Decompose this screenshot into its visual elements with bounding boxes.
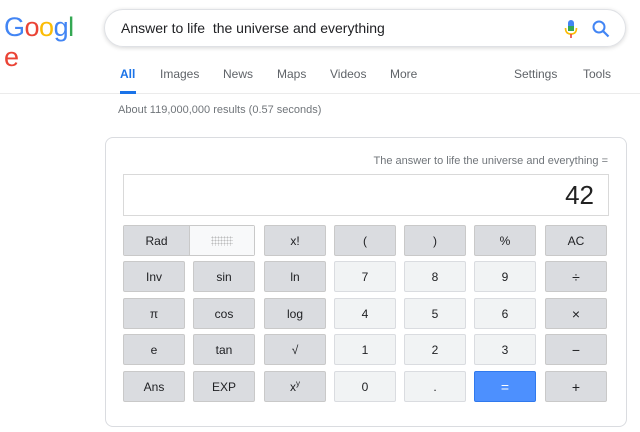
divide-key[interactable]: ÷ xyxy=(545,261,607,292)
search-input[interactable]: Answer to life the universe and everythi… xyxy=(121,10,385,46)
plus-key[interactable]: + xyxy=(545,371,607,402)
tab-tools[interactable]: Tools xyxy=(583,58,611,94)
digit-6-key[interactable]: 6 xyxy=(474,298,536,329)
logo-letter: G xyxy=(4,12,25,42)
digit-2-key[interactable]: 2 xyxy=(404,334,466,365)
google-logo[interactable]: Google xyxy=(4,12,82,72)
digit-1-key[interactable]: 1 xyxy=(334,334,396,365)
digit-0-key[interactable]: 0 xyxy=(334,371,396,402)
tan-key[interactable]: tan xyxy=(193,334,255,365)
result-stats: About 119,000,000 results (0.57 seconds) xyxy=(118,104,322,116)
search-tabs: All Images News Maps Videos More Setting… xyxy=(0,58,640,94)
deg-placeholder-icon xyxy=(211,235,233,246)
calculator-card: The answer to life the universe and ever… xyxy=(105,137,627,427)
decimal-key[interactable]: . xyxy=(404,371,466,402)
sqrt-key[interactable]: √ xyxy=(264,334,326,365)
tab-all[interactable]: All xyxy=(120,58,136,94)
tab-more[interactable]: More xyxy=(390,58,417,94)
digit-4-key[interactable]: 4 xyxy=(334,298,396,329)
logo-letter: l xyxy=(68,12,74,42)
multiply-key[interactable]: × xyxy=(545,298,607,329)
rad-deg-toggle[interactable]: Rad xyxy=(123,225,255,256)
logo-letter: o xyxy=(39,12,54,42)
euler-key[interactable]: e xyxy=(123,334,185,365)
left-paren-key[interactable]: ( xyxy=(334,225,396,256)
ln-key[interactable]: ln xyxy=(264,261,326,292)
right-paren-key[interactable]: ) xyxy=(404,225,466,256)
search-box[interactable]: Answer to life the universe and everythi… xyxy=(104,9,626,47)
power-key[interactable]: xy xyxy=(264,371,326,402)
rad-button[interactable]: Rad xyxy=(124,226,189,255)
calculator-result: 42 xyxy=(565,180,594,210)
all-clear-key[interactable]: AC xyxy=(545,225,607,256)
digit-7-key[interactable]: 7 xyxy=(334,261,396,292)
equals-key[interactable]: = xyxy=(474,371,536,402)
microphone-icon[interactable] xyxy=(563,19,579,39)
calculator-display: 42 xyxy=(123,174,609,216)
minus-key[interactable]: − xyxy=(545,334,607,365)
answer-key[interactable]: Ans xyxy=(123,371,185,402)
inverse-key[interactable]: Inv xyxy=(123,261,185,292)
search-icon[interactable] xyxy=(591,19,611,39)
tab-images[interactable]: Images xyxy=(160,58,199,94)
factorial-key[interactable]: x! xyxy=(264,225,326,256)
power-exponent: y xyxy=(296,379,300,388)
exp-key[interactable]: EXP xyxy=(193,371,255,402)
calculator-expression: The answer to life the universe and ever… xyxy=(373,155,609,167)
pi-key[interactable]: π xyxy=(123,298,185,329)
sin-key[interactable]: sin xyxy=(193,261,255,292)
tab-settings[interactable]: Settings xyxy=(514,58,557,94)
percent-key[interactable]: % xyxy=(474,225,536,256)
tab-videos[interactable]: Videos xyxy=(330,58,366,94)
digit-3-key[interactable]: 3 xyxy=(474,334,536,365)
digit-9-key[interactable]: 9 xyxy=(474,261,536,292)
deg-button[interactable] xyxy=(189,226,254,255)
digit-8-key[interactable]: 8 xyxy=(404,261,466,292)
cos-key[interactable]: cos xyxy=(193,298,255,329)
tab-maps[interactable]: Maps xyxy=(277,58,306,94)
digit-5-key[interactable]: 5 xyxy=(404,298,466,329)
log-key[interactable]: log xyxy=(264,298,326,329)
logo-letter: g xyxy=(53,12,69,42)
logo-letter: o xyxy=(24,12,40,42)
tab-news[interactable]: News xyxy=(223,58,253,94)
